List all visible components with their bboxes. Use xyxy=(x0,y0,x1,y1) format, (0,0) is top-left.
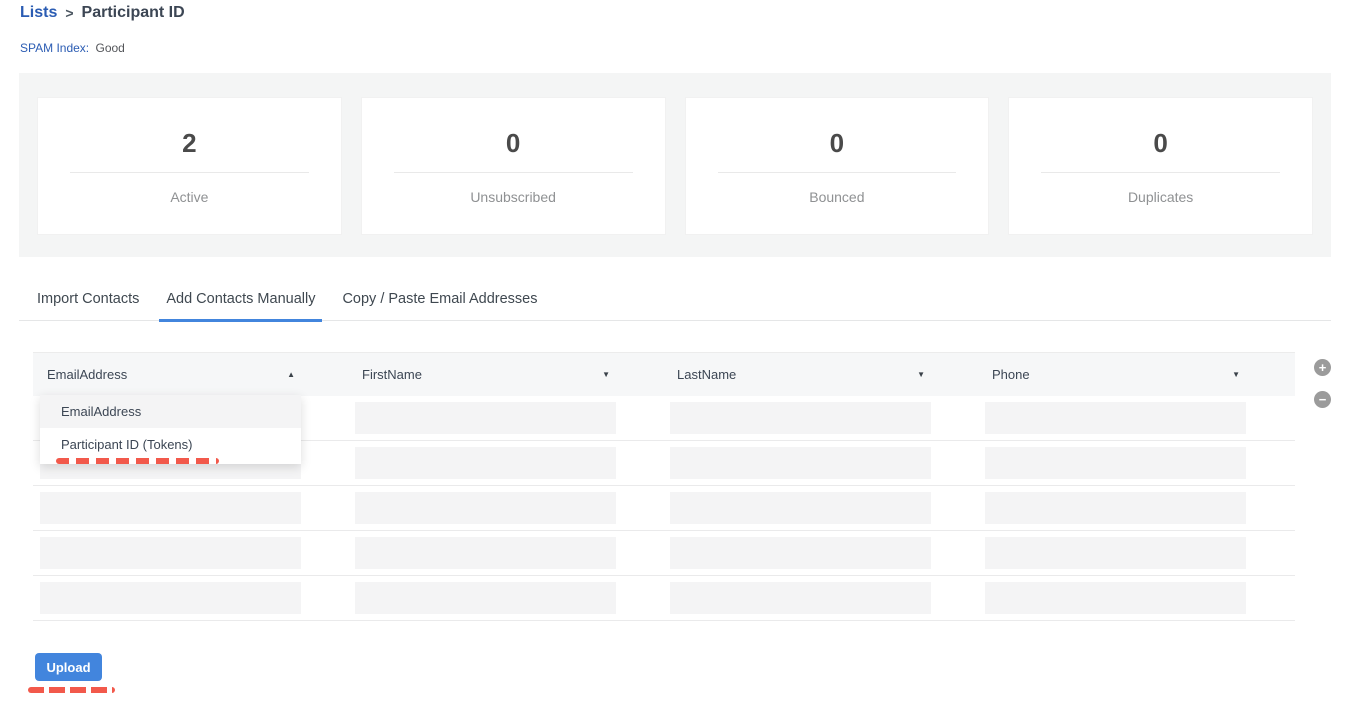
contact-field-phone-row3[interactable] xyxy=(985,492,1246,524)
contact-cell xyxy=(33,531,348,575)
stat-divider xyxy=(70,172,309,173)
stat-value-bounced: 0 xyxy=(830,128,844,159)
contact-cell xyxy=(978,576,1293,620)
tab-bar: Import Contacts Add Contacts Manually Co… xyxy=(19,291,1331,321)
tab-import-contacts[interactable]: Import Contacts xyxy=(30,291,146,322)
chevron-down-icon[interactable]: ▼ xyxy=(917,370,925,379)
breadcrumb-lists-link[interactable]: Lists xyxy=(20,4,57,22)
contact-field-firstname-row5[interactable] xyxy=(355,582,616,614)
contact-cell xyxy=(978,396,1293,440)
tab-copy-paste-email-addresses[interactable]: Copy / Paste Email Addresses xyxy=(335,291,544,322)
column-label: EmailAddress xyxy=(47,367,127,382)
remove-row-icon[interactable]: − xyxy=(1314,391,1331,408)
breadcrumb-current: Participant ID xyxy=(82,4,185,22)
contact-cell xyxy=(978,441,1293,485)
contact-field-lastname-row3[interactable] xyxy=(670,492,931,524)
column-dropdown-menu: EmailAddress Participant ID (Tokens) xyxy=(40,395,301,464)
upload-button[interactable]: Upload xyxy=(35,653,102,681)
stat-label-active: Active xyxy=(170,189,208,205)
add-row-icon[interactable]: + xyxy=(1314,359,1331,376)
stat-card-bounced: 0 Bounced xyxy=(685,97,990,235)
contact-field-lastname-row1[interactable] xyxy=(670,402,931,434)
contact-field-phone-row1[interactable] xyxy=(985,402,1246,434)
contact-row xyxy=(33,576,1295,621)
contact-cell xyxy=(33,486,348,530)
contact-field-phone-row4[interactable] xyxy=(985,537,1246,569)
contact-cell xyxy=(663,531,978,575)
contact-field-emailaddress-row4[interactable] xyxy=(40,537,301,569)
stat-card-duplicates: 0 Duplicates xyxy=(1008,97,1313,235)
contact-row xyxy=(33,531,1295,576)
contact-row xyxy=(33,486,1295,531)
column-select-emailaddress[interactable]: EmailAddress ▲ xyxy=(40,367,301,382)
dropdown-option-participant-id-tokens[interactable]: Participant ID (Tokens) xyxy=(40,428,301,461)
contact-cell xyxy=(663,486,978,530)
column-label: Phone xyxy=(992,367,1030,382)
contact-field-lastname-row5[interactable] xyxy=(670,582,931,614)
contact-field-emailaddress-row3[interactable] xyxy=(40,492,301,524)
column-header-row: EmailAddress ▲ FirstName ▼ LastName ▼ Ph… xyxy=(33,352,1295,396)
contact-cell xyxy=(663,576,978,620)
breadcrumb-separator-icon: > xyxy=(65,5,73,21)
contact-field-firstname-row2[interactable] xyxy=(355,447,616,479)
stat-value-active: 2 xyxy=(182,128,196,159)
column-label: LastName xyxy=(677,367,736,382)
spam-index-label[interactable]: SPAM Index: xyxy=(20,41,89,55)
contact-cell xyxy=(348,531,663,575)
contact-field-firstname-row1[interactable] xyxy=(355,402,616,434)
contact-cell xyxy=(663,396,978,440)
stat-label-unsubscribed: Unsubscribed xyxy=(470,189,556,205)
contact-cell xyxy=(978,531,1293,575)
contact-field-lastname-row2[interactable] xyxy=(670,447,931,479)
contact-field-lastname-row4[interactable] xyxy=(670,537,931,569)
column-label: FirstName xyxy=(362,367,422,382)
annotation-underline xyxy=(56,458,219,464)
breadcrumb: Lists > Participant ID xyxy=(20,4,185,22)
chevron-up-icon[interactable]: ▲ xyxy=(287,370,295,379)
stat-card-unsubscribed: 0 Unsubscribed xyxy=(361,97,666,235)
contact-field-emailaddress-row5[interactable] xyxy=(40,582,301,614)
spam-index: SPAM Index: Good xyxy=(20,41,125,55)
column-select-phone[interactable]: Phone ▼ xyxy=(985,367,1246,382)
stat-value-duplicates: 0 xyxy=(1153,128,1167,159)
contact-cell xyxy=(348,576,663,620)
column-select-lastname[interactable]: LastName ▼ xyxy=(670,367,931,382)
column-header-phone: Phone ▼ xyxy=(978,367,1293,382)
contact-cell xyxy=(348,396,663,440)
annotation-underline xyxy=(28,687,115,693)
stat-label-duplicates: Duplicates xyxy=(1128,189,1193,205)
contact-field-firstname-row3[interactable] xyxy=(355,492,616,524)
stat-divider xyxy=(394,172,633,173)
column-header-firstname: FirstName ▼ xyxy=(348,367,663,382)
contact-cell xyxy=(663,441,978,485)
contact-field-firstname-row4[interactable] xyxy=(355,537,616,569)
stats-band: 2 Active 0 Unsubscribed 0 Bounced 0 Dupl… xyxy=(19,73,1331,257)
contact-cell xyxy=(33,576,348,620)
stat-divider xyxy=(1041,172,1280,173)
stat-card-active: 2 Active xyxy=(37,97,342,235)
dropdown-option-emailaddress[interactable]: EmailAddress xyxy=(40,395,301,428)
tab-add-contacts-manually[interactable]: Add Contacts Manually xyxy=(159,291,322,322)
column-header-lastname: LastName ▼ xyxy=(663,367,978,382)
chevron-down-icon[interactable]: ▼ xyxy=(1232,370,1240,379)
dropdown-option-label: EmailAddress xyxy=(61,404,141,419)
stat-divider xyxy=(718,172,957,173)
dropdown-option-label: Participant ID (Tokens) xyxy=(61,437,193,452)
spam-index-value: Good xyxy=(95,41,124,55)
stat-label-bounced: Bounced xyxy=(809,189,864,205)
contact-cell xyxy=(348,486,663,530)
chevron-down-icon[interactable]: ▼ xyxy=(602,370,610,379)
contact-field-phone-row5[interactable] xyxy=(985,582,1246,614)
contact-field-phone-row2[interactable] xyxy=(985,447,1246,479)
contact-cell xyxy=(978,486,1293,530)
stat-value-unsubscribed: 0 xyxy=(506,128,520,159)
row-controls: + − xyxy=(1314,359,1331,408)
contact-cell xyxy=(348,441,663,485)
contacts-mapping-table: EmailAddress ▲ FirstName ▼ LastName ▼ Ph… xyxy=(33,352,1295,621)
column-header-emailaddress: EmailAddress ▲ xyxy=(33,367,348,382)
column-select-firstname[interactable]: FirstName ▼ xyxy=(355,367,616,382)
